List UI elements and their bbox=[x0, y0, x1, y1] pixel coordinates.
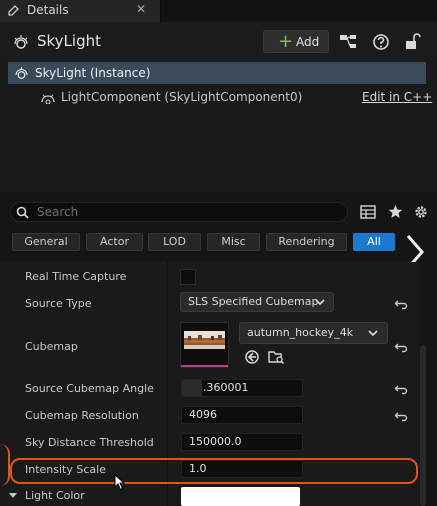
add-component-button[interactable]: + Add bbox=[263, 30, 329, 53]
reset-to-default-icon[interactable] bbox=[394, 297, 408, 311]
filter-lod[interactable]: LOD bbox=[148, 233, 201, 251]
annotation-highlight bbox=[10, 458, 418, 484]
tab-title: Details bbox=[27, 3, 69, 17]
details-header: SkyLight + Add bbox=[0, 22, 437, 60]
cubemap-thumbnail[interactable] bbox=[180, 322, 229, 368]
actor-title: SkyLight bbox=[37, 32, 101, 50]
light-component-icon bbox=[41, 94, 55, 104]
source-type-dropdown[interactable]: SLS Specified Cubemap bbox=[180, 292, 334, 312]
scrollbar-thumb[interactable] bbox=[420, 345, 426, 506]
add-label: Add bbox=[296, 35, 320, 49]
cubemap-resolution-label: Cubemap Resolution bbox=[25, 409, 139, 422]
cubemap-resolution-field[interactable]: 4096 bbox=[181, 406, 303, 424]
browse-to-asset-icon[interactable] bbox=[268, 349, 285, 365]
gear-icon[interactable] bbox=[413, 204, 429, 220]
reset-to-default-icon[interactable] bbox=[394, 409, 408, 423]
cubemap-asset-value: autumn_hockey_4k bbox=[247, 326, 354, 339]
filter-bar: General Actor LOD Misc Rendering All bbox=[0, 228, 437, 256]
source-type-value: SLS Specified Cubemap bbox=[188, 295, 319, 308]
filter-general[interactable]: General bbox=[12, 233, 80, 251]
cubemap-label: Cubemap bbox=[25, 340, 78, 353]
mouse-cursor-icon bbox=[114, 474, 126, 491]
filter-actor[interactable]: Actor bbox=[86, 233, 143, 251]
filter-misc[interactable]: Misc bbox=[207, 233, 260, 251]
annotation-highlight-edge bbox=[0, 444, 10, 486]
reset-to-default-icon[interactable] bbox=[394, 382, 408, 396]
blueprint-icon[interactable] bbox=[336, 30, 360, 54]
collapse-arrow-icon[interactable] bbox=[8, 492, 18, 499]
edit-in-cpp-link[interactable]: Edit in C++ bbox=[362, 90, 432, 104]
chevron-down-icon bbox=[315, 299, 325, 306]
chevron-down-icon bbox=[368, 330, 378, 337]
help-icon[interactable] bbox=[369, 30, 393, 54]
cubemap-resolution-value: 4096 bbox=[189, 408, 217, 421]
tree-item-instance[interactable]: SkyLight (Instance) bbox=[8, 62, 426, 84]
tree-item-light-component[interactable]: LightComponent (SkyLightComponent0) bbox=[61, 90, 302, 104]
close-icon[interactable]: ✕ bbox=[136, 2, 146, 16]
tab-bar: Details ✕ bbox=[0, 0, 437, 23]
star-icon[interactable] bbox=[388, 204, 403, 219]
source-cubemap-angle-field[interactable]: 63.360001 bbox=[181, 379, 303, 397]
asset-type-bar bbox=[181, 365, 228, 367]
cubemap-preview-image bbox=[184, 331, 225, 349]
tab-details[interactable]: Details ✕ bbox=[0, 0, 161, 22]
search-icon bbox=[16, 206, 29, 219]
real-time-capture-checkbox[interactable] bbox=[180, 269, 196, 285]
use-selected-asset-icon[interactable] bbox=[244, 349, 260, 365]
slider-fill bbox=[182, 380, 202, 396]
reset-to-default-icon[interactable] bbox=[394, 340, 408, 354]
skylight-icon bbox=[15, 67, 28, 79]
source-type-label: Source Type bbox=[25, 297, 92, 310]
tree-item-label: SkyLight (Instance) bbox=[35, 66, 151, 80]
sky-distance-threshold-value: 150000.0 bbox=[189, 435, 242, 448]
cubemap-asset-dropdown[interactable]: autumn_hockey_4k bbox=[239, 322, 388, 344]
components-tree: SkyLight (Instance) LightComponent (SkyL… bbox=[0, 60, 437, 192]
search-placeholder: Search bbox=[37, 205, 79, 219]
unlock-icon[interactable] bbox=[400, 30, 424, 54]
filter-rendering[interactable]: Rendering bbox=[266, 233, 347, 251]
property-matrix-icon[interactable] bbox=[360, 205, 376, 219]
filter-all[interactable]: All bbox=[353, 233, 395, 251]
search-input[interactable]: Search bbox=[10, 202, 348, 222]
light-color-swatch[interactable] bbox=[181, 487, 300, 506]
source-cubemap-angle-label: Source Cubemap Angle bbox=[25, 382, 154, 395]
sky-distance-threshold-field[interactable]: 150000.0 bbox=[181, 433, 303, 451]
plus-icon: + bbox=[278, 31, 294, 52]
search-row: Search bbox=[0, 192, 437, 228]
sky-distance-threshold-label: Sky Distance Threshold bbox=[25, 436, 154, 449]
details-icon bbox=[8, 5, 19, 16]
light-color-label: Light Color bbox=[25, 489, 85, 502]
real-time-capture-label: Real Time Capture bbox=[25, 270, 127, 283]
skylight-icon bbox=[14, 35, 28, 49]
